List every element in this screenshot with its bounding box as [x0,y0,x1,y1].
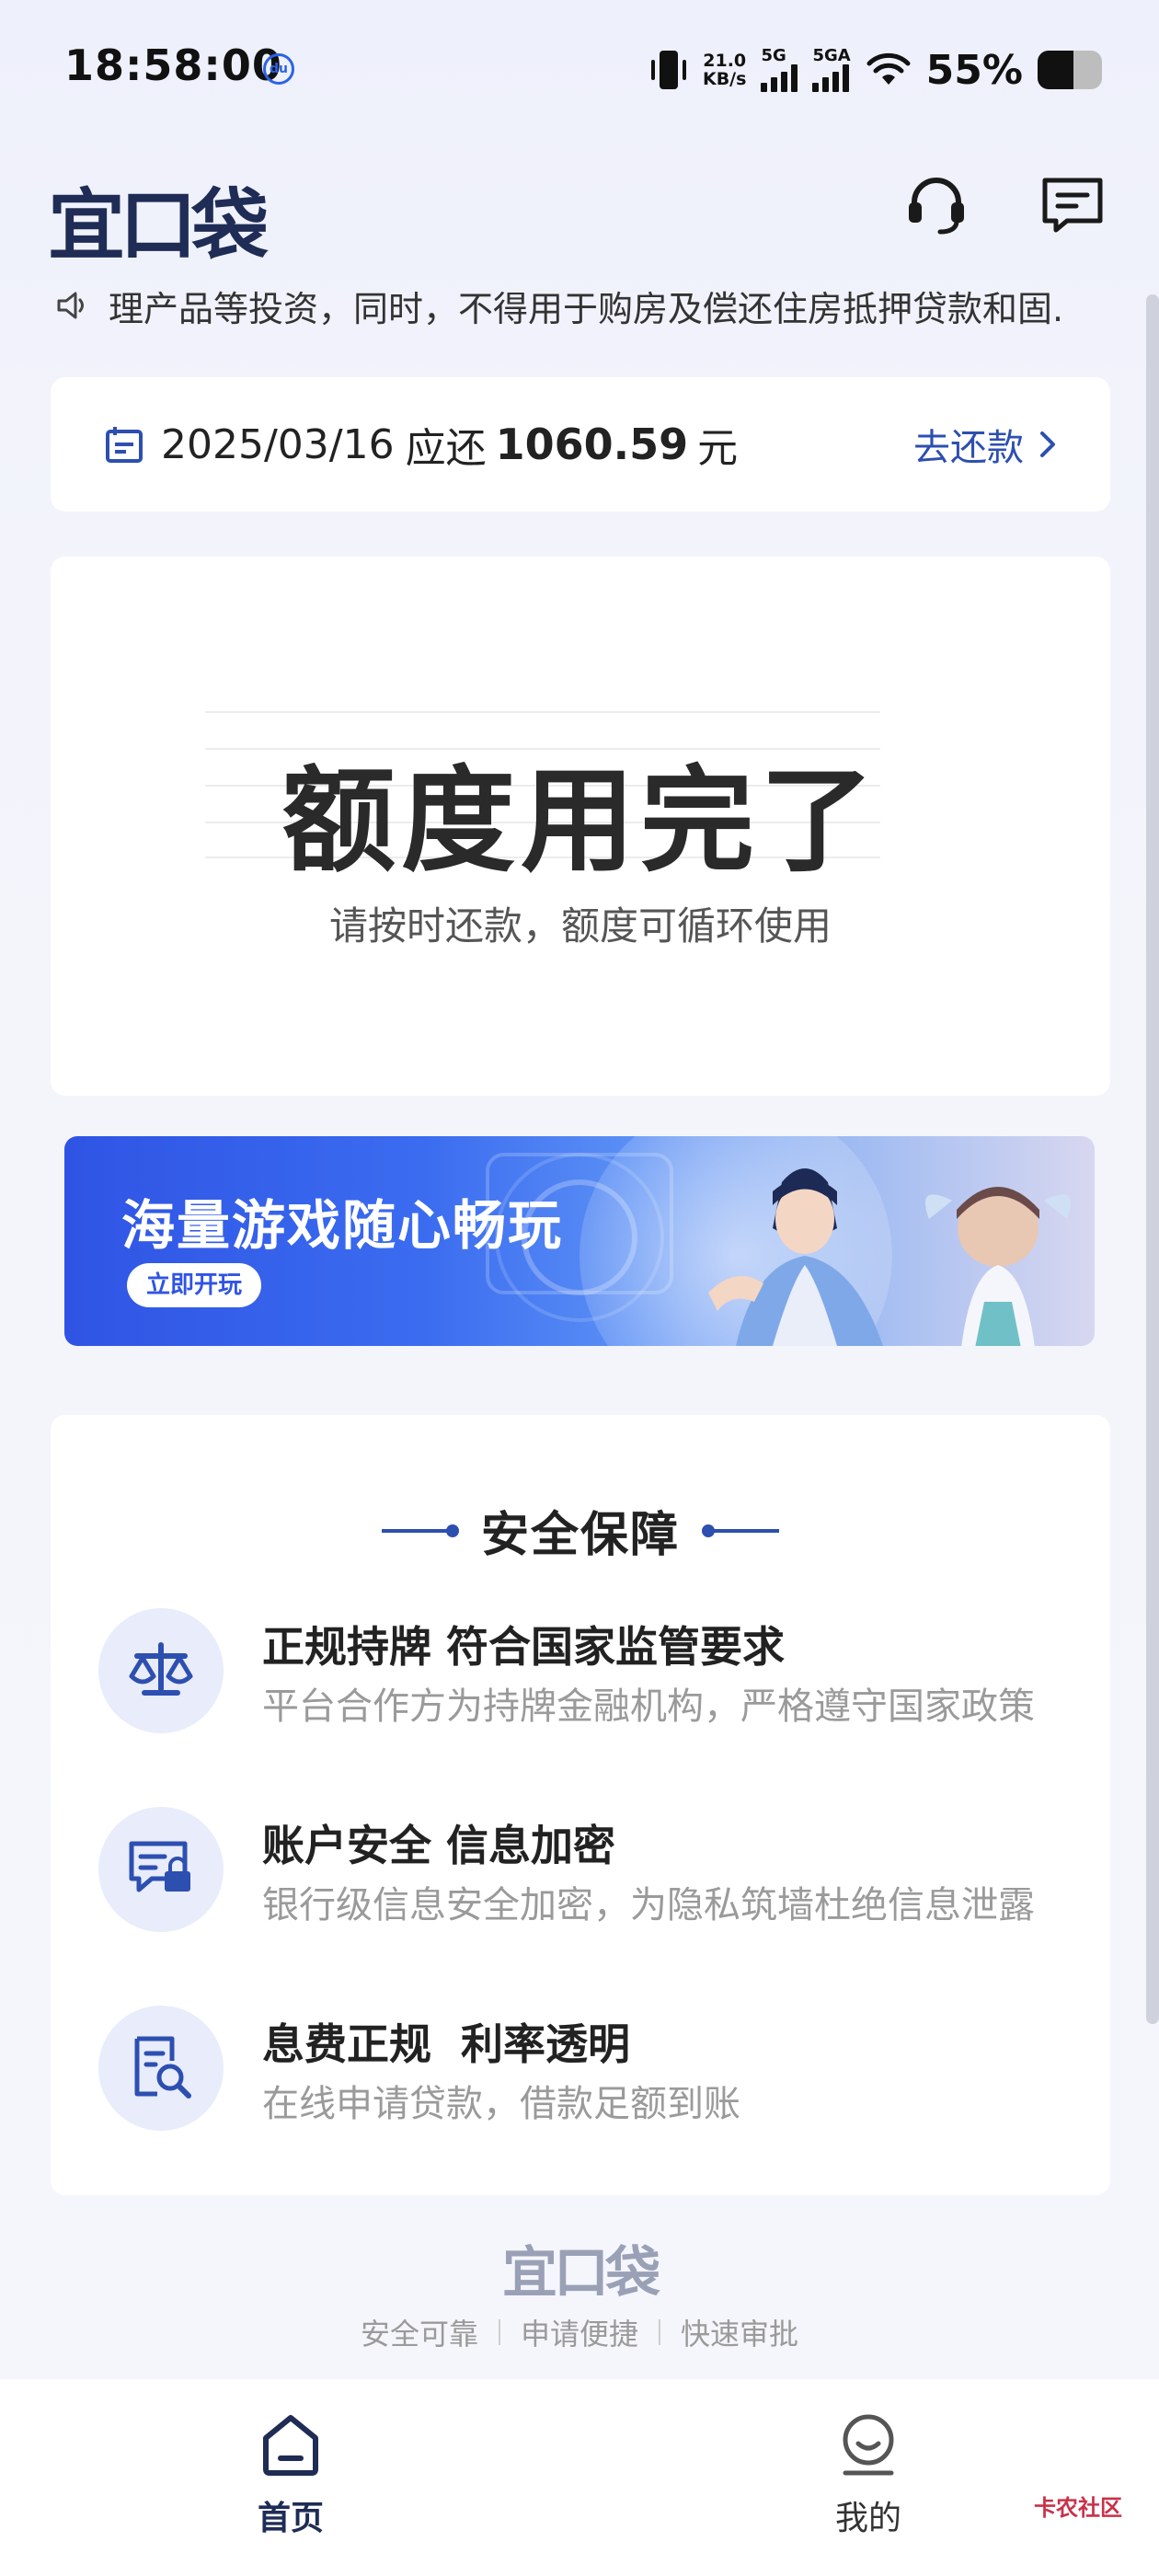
tab-home[interactable]: 首页 [199,2412,383,2539]
footer-logo: 宜口袋 [502,2241,660,2306]
message-icon[interactable] [1039,171,1106,237]
notice-text: 理产品等投资，同时，不得用于购房及偿还住房抵押贷款和固. [109,288,1064,329]
security-item-desc: 在线申请贷款，借款足额到账 [262,2083,740,2125]
repay-button-label: 去还款 [913,427,1024,469]
repayment-due-label: 应还 [405,425,487,472]
security-item: 正规持牌 符合国家监管要求 平台合作方为持牌金融机构，严格遵守国家政策 [98,1608,1073,1737]
game-character-girl-icon [924,1187,1072,1346]
battery-icon [1038,51,1102,89]
tab-mine-label: 我的 [834,2500,901,2537]
footer-separator [659,2319,660,2345]
security-item-desc: 银行级信息安全加密，为隐私筑墙杜绝信息泄露 [262,1884,1035,1926]
secure-chat-icon [98,1807,224,1932]
baidu-notification-icon: du [263,53,294,85]
watermark-logo: 卡农社区 [1034,2495,1122,2521]
security-title-wrap: 安全保障 [51,1496,1110,1565]
credit-status-card: 额度用完了 请按时还款，额度可循环使用 [51,557,1110,1096]
security-item: 息费正规 利率透明 在线申请贷款，借款足额到账 [98,2006,1073,2134]
game-banner[interactable]: 海量游戏随心畅玩 立即开玩 [64,1136,1095,1346]
repay-button[interactable]: 去还款 [913,418,1059,471]
title-dash-left [381,1524,459,1537]
credit-subtitle: 请按时还款，额度可循环使用 [328,903,832,949]
security-item: 账户安全 信息加密 银行级信息安全加密，为隐私筑墙杜绝信息泄露 [98,1807,1073,1936]
vibrate-icon [649,49,688,91]
wifi-icon [866,52,911,85]
repayment-amount: 1060.59 [495,420,689,469]
signal-sim2-icon: 5GA [812,46,851,92]
battery-percent: 55% [925,46,1023,94]
repayment-date: 2025/03/16 [161,420,395,468]
bottom-tab-bar: 首页 我的 [0,2379,1159,2576]
signal-sim1-icon: 5G [761,48,798,92]
footer-tag: 安全可靠 [360,2317,478,2352]
footer-separator [498,2319,500,2345]
status-bar: 18:58:00 du 21.0 KB/s 5G 5GA 55% [0,0,1159,138]
security-card: 安全保障 正规持牌 符合国家监管要求 平台合作方为持牌金融机构，严格遵守国家政策 [51,1415,1110,2195]
security-item-desc: 平台合作方为持牌金融机构，严格遵守国家政策 [262,1685,1035,1728]
sim2-label: 5GA [812,46,851,65]
security-item-heading: 账户安全 信息加密 [262,1821,616,1870]
footer-tag: 快速审批 [681,2317,799,2352]
tab-home-label: 首页 [257,2500,324,2537]
banner-title: 海量游戏随心畅玩 [121,1194,564,1257]
status-time: 18:58:00 [64,40,282,90]
scrollbar[interactable] [1146,294,1159,2024]
speaker-icon [57,292,84,319]
network-speed-value: 21.0 [703,51,747,71]
network-speed: 21.0 KB/s [703,52,746,88]
status-indicators: 21.0 KB/s 5G 5GA 55% [649,42,1102,98]
security-item-heading: 息费正规 利率透明 [262,2019,631,2069]
notice-marquee[interactable]: 理产品等投资，同时，不得用于购房及偿还住房抵押贷款和固. [55,280,1113,331]
footer-tags: 安全可靠 申请便捷 快速审批 [0,2311,1159,2353]
sim1-label: 5G [761,46,786,65]
banner-play-button[interactable]: 立即开玩 [127,1263,261,1307]
game-character-male-icon [708,1168,883,1346]
profile-icon [843,2414,894,2476]
headset-icon[interactable] [903,171,970,237]
document-search-icon [98,2006,224,2131]
tab-mine[interactable]: 我的 [776,2412,960,2539]
chevron-right-icon [1040,431,1055,457]
scale-icon [98,1608,224,1733]
calendar-icon [106,427,143,463]
app-logo: 宜口袋 [48,180,269,270]
security-item-heading: 正规持牌 符合国家监管要求 [262,1622,786,1672]
home-icon [263,2415,318,2476]
repayment-card[interactable]: 2025/03/16 应还 1060.59 元 去还款 [51,377,1110,512]
title-dash-right [702,1524,779,1537]
security-title: 安全保障 [480,1508,680,1563]
credit-title: 额度用完了 [281,755,879,888]
repayment-currency: 元 [697,425,739,472]
footer-tag: 申请便捷 [520,2317,638,2352]
network-speed-unit: KB/s [702,69,747,89]
